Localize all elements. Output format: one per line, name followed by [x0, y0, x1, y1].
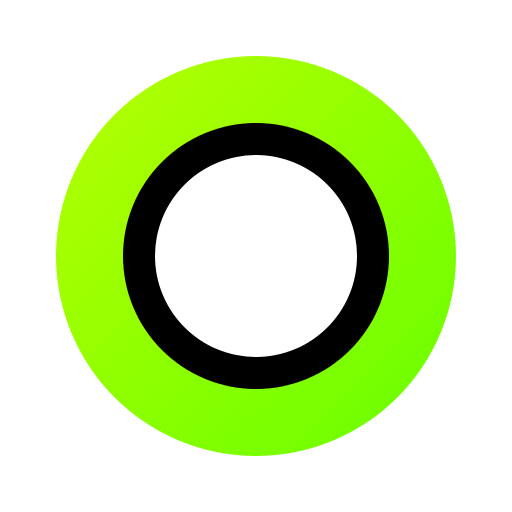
inner-white-circle: [155, 155, 357, 357]
app-icon-canvas: [0, 0, 512, 512]
ring-logo-icon: [56, 56, 456, 456]
